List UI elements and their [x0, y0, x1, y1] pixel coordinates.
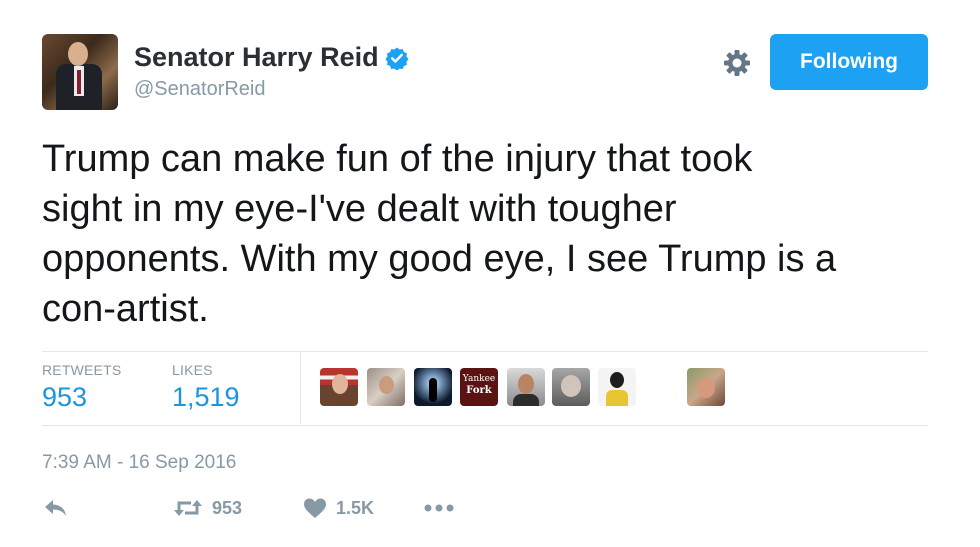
- display-name-row[interactable]: Senator Harry Reid: [134, 42, 409, 73]
- avatar-face: [68, 42, 88, 66]
- liker-avatar-6[interactable]: [552, 368, 590, 406]
- stats-vertical-divider: [300, 352, 301, 424]
- like-button[interactable]: 1.5K: [302, 496, 374, 520]
- liker-avatar-5[interactable]: [507, 368, 545, 406]
- likes-value[interactable]: 1,519: [172, 382, 240, 413]
- retweets-value[interactable]: 953: [42, 382, 121, 413]
- more-icon: [422, 496, 456, 520]
- reply-button[interactable]: [42, 496, 70, 520]
- retweet-button[interactable]: 953: [172, 496, 242, 520]
- retweets-label: RETWEETS: [42, 362, 122, 378]
- avatar-tie: [77, 70, 81, 94]
- tweet-timestamp[interactable]: 7:39 AM - 16 Sep 2016: [42, 452, 236, 474]
- retweets-stat[interactable]: RETWEETS 953: [42, 362, 121, 413]
- display-name[interactable]: Senator Harry Reid: [134, 42, 379, 73]
- likes-stat[interactable]: LIKES 1,519: [172, 362, 240, 413]
- following-button[interactable]: Following: [770, 34, 928, 90]
- liker-avatar-1[interactable]: [320, 368, 358, 406]
- avatar[interactable]: [42, 34, 118, 110]
- liker-avatar-8[interactable]: [687, 368, 725, 406]
- liker-avatar-3[interactable]: [414, 368, 452, 406]
- heart-icon: [302, 496, 328, 520]
- liker-avatar-7[interactable]: [598, 368, 636, 406]
- gear-icon[interactable]: [722, 48, 752, 78]
- liker-avatar-4-text-2: Fork: [466, 385, 492, 396]
- retweet-icon: [172, 496, 204, 520]
- stats-bottom-divider: [42, 425, 928, 426]
- retweet-count: 953: [212, 497, 243, 518]
- reply-icon: [42, 496, 70, 520]
- verified-badge-icon: [385, 46, 409, 70]
- user-handle[interactable]: @SenatorReid: [134, 78, 265, 101]
- likes-label: LIKES: [172, 362, 213, 378]
- tweet-text: Trump can make fun of the injury that to…: [42, 138, 837, 330]
- liker-avatar-2[interactable]: [367, 368, 405, 406]
- like-count: 1.5K: [336, 497, 375, 518]
- liker-avatar-4-text-1: Yankee: [462, 374, 496, 384]
- stats-top-divider: [42, 351, 928, 352]
- more-button[interactable]: [422, 496, 456, 520]
- liker-avatar-4[interactable]: Yankee Fork: [460, 368, 498, 406]
